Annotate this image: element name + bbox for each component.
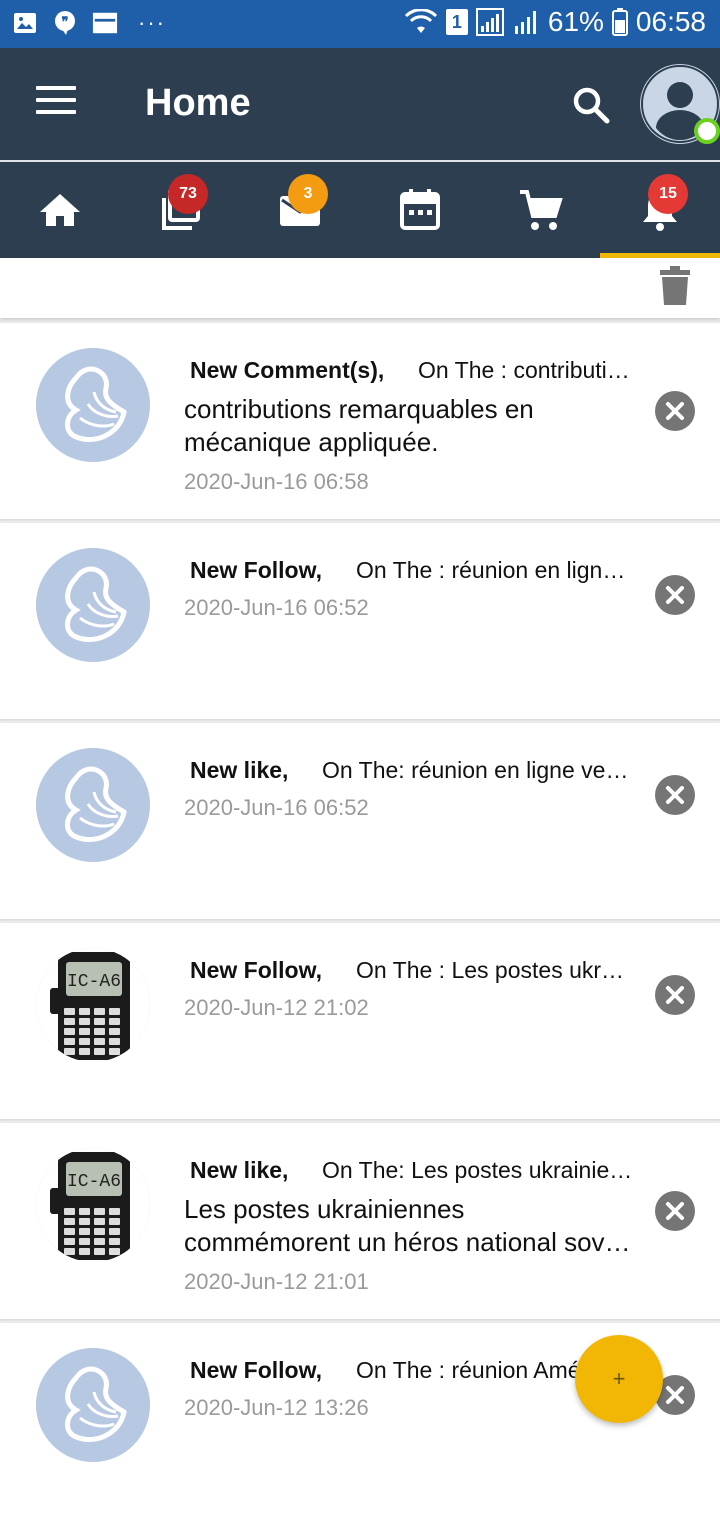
notifications-toolbar bbox=[0, 258, 720, 318]
app-bar: Home bbox=[0, 48, 720, 160]
calendar-icon bbox=[400, 189, 440, 230]
message-line: contributions remarquables en bbox=[184, 394, 534, 424]
notification-subject: On The : contributions remarquables en m… bbox=[418, 357, 635, 383]
notification-subject: On The : Les postes ukrainiennes bbox=[356, 957, 635, 983]
radio-icon: IC-A6 bbox=[36, 948, 150, 1062]
app-icon bbox=[92, 10, 118, 36]
close-icon bbox=[666, 1202, 684, 1220]
tab-shop[interactable] bbox=[480, 162, 600, 258]
tab-messages[interactable]: 3 bbox=[240, 162, 360, 258]
messages-count-badge: 3 bbox=[288, 174, 328, 214]
page-title: Home bbox=[145, 82, 251, 124]
delete-all-button[interactable] bbox=[652, 262, 698, 308]
notification-thumbnail: IC-A6 bbox=[36, 948, 150, 1062]
add-label: + bbox=[612, 1366, 626, 1391]
notification-subject: On The: Les postes ukrainiennes bbox=[322, 1157, 635, 1183]
notification-date: 2020-Jun-16 06:52 bbox=[184, 795, 369, 820]
wifi-icon bbox=[404, 9, 437, 33]
status-bar: ❞ ··· 1 61% 06:58 bbox=[0, 0, 720, 48]
search-button[interactable] bbox=[570, 84, 614, 128]
tab-home[interactable] bbox=[0, 162, 120, 258]
menu-icon-line bbox=[36, 98, 76, 102]
menu-button[interactable] bbox=[36, 86, 76, 118]
notification-date: 2020-Jun-12 21:01 bbox=[184, 1269, 369, 1294]
notification-date: 2020-Jun-12 21:02 bbox=[184, 995, 369, 1020]
notification-type: New Comment(s), bbox=[190, 357, 385, 383]
dismiss-button[interactable] bbox=[655, 1191, 695, 1231]
notification-date: 2020-Jun-16 06:58 bbox=[184, 469, 369, 494]
notification-thumbnail bbox=[36, 1348, 150, 1462]
signal-1-icon bbox=[475, 8, 504, 36]
notification-thumbnail: IC-A6 bbox=[36, 1148, 150, 1262]
add-button[interactable]: + bbox=[575, 1335, 663, 1423]
notification-card[interactable]: New like, On The: réunion en ligne vendr… bbox=[0, 723, 720, 919]
notification-date: 2020-Jun-16 06:52 bbox=[184, 595, 369, 620]
notification-subject: On The : réunion en ligne vendredi bbox=[356, 557, 635, 583]
search-icon bbox=[573, 87, 610, 124]
logo-icon bbox=[36, 1348, 150, 1462]
notification-card[interactable]: IC-A6 New Follow, On The : Les postes uk… bbox=[0, 923, 720, 1119]
message-line: commémorent un héros national soviétique bbox=[184, 1227, 634, 1257]
logo-icon bbox=[36, 348, 150, 462]
online-status-badge bbox=[694, 118, 720, 144]
svg-text:IC-A6: IC-A6 bbox=[67, 1172, 121, 1192]
close-icon bbox=[666, 986, 684, 1004]
notification-thumbnail bbox=[36, 748, 150, 862]
notifications-count-badge: 15 bbox=[648, 174, 688, 214]
tab-events[interactable] bbox=[360, 162, 480, 258]
dismiss-button[interactable] bbox=[655, 575, 695, 615]
menu-icon bbox=[36, 86, 76, 90]
notification-type: New like, bbox=[190, 757, 289, 783]
sim-indicator: 1 bbox=[445, 9, 468, 35]
notification-card[interactable]: New Comment(s), On The : contributions r… bbox=[0, 323, 720, 519]
radio-icon: IC-A6 bbox=[36, 1148, 150, 1262]
notification-type: New Follow, bbox=[190, 957, 323, 983]
notification-card[interactable]: IC-A6 New like, On The: Les postes ukrai… bbox=[0, 1123, 720, 1319]
close-icon bbox=[666, 586, 684, 604]
message-line: Les postes ukrainiennes bbox=[184, 1194, 465, 1224]
menu-icon-line bbox=[36, 110, 76, 114]
tab-notifications[interactable]: 15 bbox=[600, 162, 720, 258]
close-icon bbox=[666, 402, 684, 420]
notification-type: New Follow, bbox=[190, 1357, 323, 1383]
close-icon bbox=[666, 786, 684, 804]
posts-count-badge: 73 bbox=[168, 174, 208, 214]
dismiss-button[interactable] bbox=[655, 391, 695, 431]
notification-type: New Follow, bbox=[190, 557, 323, 583]
chat-icon: ❞ bbox=[52, 10, 78, 36]
home-icon bbox=[40, 194, 80, 226]
tab-posts[interactable]: 73 bbox=[120, 162, 240, 258]
more-notifications-icon: ··· bbox=[138, 10, 166, 35]
logo-icon bbox=[36, 548, 150, 662]
svg-text:IC-A6: IC-A6 bbox=[67, 972, 121, 992]
notification-thumbnail bbox=[36, 348, 150, 462]
battery-percent: 61% bbox=[547, 6, 604, 37]
notification-thumbnail bbox=[36, 548, 150, 662]
tab-bar: 73 3 15 bbox=[0, 162, 720, 258]
notification-card[interactable]: New Follow, On The : réunion en ligne ve… bbox=[0, 523, 720, 719]
message-line: mécanique appliquée. bbox=[184, 427, 439, 457]
dismiss-button[interactable] bbox=[655, 775, 695, 815]
gallery-icon bbox=[12, 10, 38, 36]
notification-message: Les postes ukrainiennes commémorent un hé… bbox=[184, 1193, 634, 1259]
notification-type: New like, bbox=[190, 1157, 289, 1183]
svg-text:❞: ❞ bbox=[62, 14, 69, 29]
signal-2-icon bbox=[514, 11, 536, 34]
notification-subject: On The: réunion en ligne vendredi bbox=[322, 757, 635, 783]
trash-icon bbox=[660, 266, 690, 305]
cart-icon bbox=[520, 190, 563, 230]
logo-icon bbox=[36, 748, 150, 862]
dismiss-button[interactable] bbox=[655, 975, 695, 1015]
notification-message: contributions remarquables en mécanique a… bbox=[184, 393, 634, 459]
notification-date: 2020-Jun-12 13:26 bbox=[184, 1395, 369, 1420]
battery-icon bbox=[611, 8, 628, 36]
clock: 06:58 bbox=[635, 6, 706, 37]
